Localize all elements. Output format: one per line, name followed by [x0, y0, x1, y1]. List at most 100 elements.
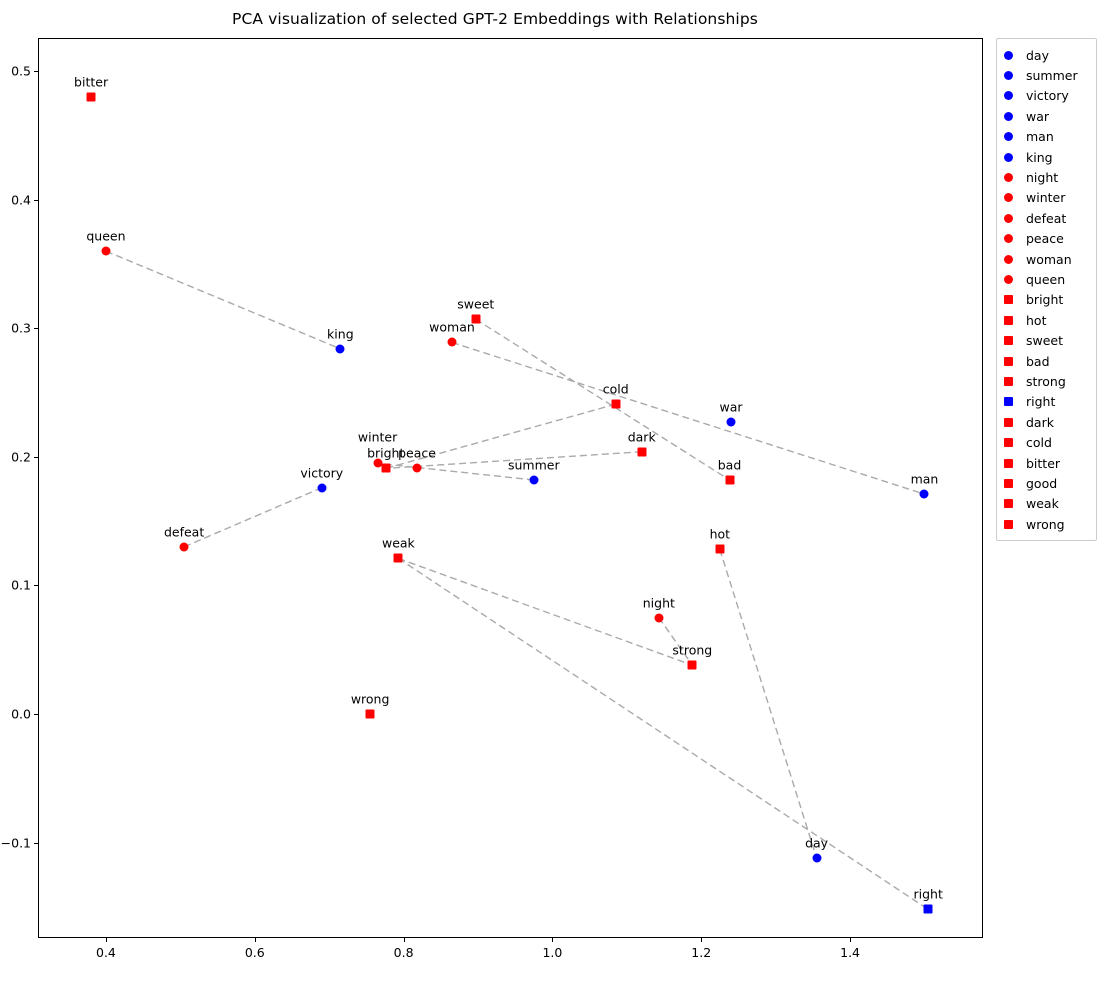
legend-item-queen[interactable]: queen — [1004, 269, 1089, 289]
legend-item-weak[interactable]: weak — [1004, 494, 1089, 514]
legend-label: wrong — [1026, 516, 1065, 532]
point-label-summer: summer — [508, 457, 560, 473]
legend-item-winter[interactable]: winter — [1004, 188, 1089, 208]
point-label-woman: woman — [429, 319, 475, 335]
point-label-man: man — [910, 471, 939, 487]
legend-label: defeat — [1026, 210, 1067, 226]
legend-item-sweet[interactable]: sweet — [1004, 330, 1089, 350]
data-point-queen[interactable] — [101, 246, 111, 256]
legend-item-king[interactable]: king — [1004, 147, 1089, 167]
legend-label: dark — [1026, 414, 1054, 430]
data-point-peace[interactable] — [412, 463, 422, 473]
legend-marker-icon — [1004, 274, 1013, 284]
legend-item-war[interactable]: war — [1004, 106, 1089, 126]
point-label-cold: cold — [602, 381, 629, 397]
point-label-victory: victory — [300, 465, 344, 481]
relationship-line — [475, 318, 730, 481]
relationship-line — [105, 250, 341, 350]
legend-label: cold — [1026, 435, 1052, 451]
data-point-bright[interactable] — [381, 463, 391, 473]
legend-item-good[interactable]: good — [1004, 473, 1089, 493]
point-label-wrong: wrong — [350, 691, 390, 707]
point-label-bad: bad — [717, 457, 742, 473]
x-axis-tick-mark — [105, 937, 107, 942]
y-axis-tick-mark — [34, 456, 39, 458]
legend-marker-icon — [1004, 254, 1013, 264]
data-point-day[interactable] — [812, 853, 822, 863]
data-point-night[interactable] — [654, 613, 664, 623]
legend-marker-icon — [1004, 111, 1013, 121]
point-label-queen: queen — [86, 228, 126, 244]
connection-lines-layer — [105, 250, 929, 911]
relationship-line — [398, 557, 929, 911]
y-axis-tick-mark — [34, 71, 39, 73]
data-point-wrong[interactable] — [365, 709, 375, 719]
x-axis-tick-mark — [850, 937, 852, 942]
x-axis-tick-mark — [254, 937, 256, 942]
legend-label: king — [1026, 149, 1053, 165]
data-point-bitter[interactable] — [86, 92, 96, 102]
legend-label: winter — [1026, 190, 1066, 206]
legend-item-cold[interactable]: cold — [1004, 432, 1089, 452]
data-point-victory[interactable] — [317, 483, 327, 493]
legend-item-victory[interactable]: victory — [1004, 86, 1089, 106]
legend-item-peace[interactable]: peace — [1004, 229, 1089, 249]
legend-item-dark[interactable]: dark — [1004, 412, 1089, 432]
data-point-defeat[interactable] — [179, 542, 189, 552]
data-point-dark[interactable] — [637, 447, 647, 457]
legend-item-day[interactable]: day — [1004, 45, 1089, 65]
legend-label: hot — [1026, 312, 1047, 328]
data-point-war[interactable] — [726, 417, 736, 427]
y-axis-tick-mark — [34, 199, 39, 201]
legend-item-woman[interactable]: woman — [1004, 249, 1089, 269]
plot-axes: 0.5 0.4 0.3 0.2 0.1 0.0 −0.1 0.4 0.6 0.8 1.0 1.2 1.4… — [1, 38, 983, 960]
data-point-right[interactable] — [923, 904, 933, 914]
legend-marker-icon — [1004, 417, 1013, 427]
data-point-strong[interactable] — [687, 660, 697, 670]
point-label-war: war — [719, 399, 743, 415]
legend-label: summer — [1026, 68, 1078, 84]
legend-item-night[interactable]: night — [1004, 167, 1089, 187]
point-label-night: night — [642, 595, 675, 611]
legend-label: bright — [1026, 292, 1064, 308]
data-point-bad[interactable] — [725, 475, 735, 485]
point-label-weak: weak — [381, 535, 415, 551]
data-point-man[interactable] — [919, 489, 929, 499]
figure-canvas: PCA visualization of selected GPT-2 Embe… — [0, 0, 1107, 990]
legend-item-defeat[interactable]: defeat — [1004, 208, 1089, 228]
legend-marker-icon — [1004, 152, 1013, 162]
legend-marker-icon — [1004, 397, 1013, 407]
data-point-hot[interactable] — [715, 544, 725, 554]
data-point-weak[interactable] — [393, 553, 403, 563]
relationship-line — [658, 617, 693, 666]
legend-marker-icon — [1004, 315, 1013, 325]
legend-item-man[interactable]: man — [1004, 127, 1089, 147]
data-point-sweet[interactable] — [471, 314, 481, 324]
point-label-peace: peace — [398, 445, 436, 461]
data-point-cold[interactable] — [611, 399, 621, 409]
legend-item-bad[interactable]: bad — [1004, 351, 1089, 371]
legend-label: victory — [1026, 88, 1069, 104]
data-point-king[interactable] — [335, 344, 345, 354]
legend-item-summer[interactable]: summer — [1004, 65, 1089, 85]
data-point-summer[interactable] — [529, 475, 539, 485]
legend-label: weak — [1026, 496, 1059, 512]
legend-item-hot[interactable]: hot — [1004, 310, 1089, 330]
point-label-king: king — [327, 326, 354, 342]
legend-item-bitter[interactable]: bitter — [1004, 453, 1089, 473]
legend-item-bright[interactable]: bright — [1004, 290, 1089, 310]
point-label-winter: winter — [357, 429, 398, 445]
legend-label: peace — [1026, 231, 1064, 247]
y-axis-tick-mark — [34, 842, 39, 844]
legend-label: man — [1026, 129, 1054, 145]
point-label-bitter: bitter — [74, 74, 109, 90]
legend-item-right[interactable]: right — [1004, 392, 1089, 412]
point-label-right: right — [913, 886, 943, 902]
point-label-dark: dark — [627, 429, 656, 445]
relationship-line — [398, 557, 693, 666]
legend-item-strong[interactable]: strong — [1004, 371, 1089, 391]
legend-item-wrong[interactable]: wrong — [1004, 514, 1089, 534]
relationship-line — [183, 487, 323, 548]
legend-marker-icon — [1004, 356, 1013, 366]
data-point-woman[interactable] — [447, 337, 457, 347]
